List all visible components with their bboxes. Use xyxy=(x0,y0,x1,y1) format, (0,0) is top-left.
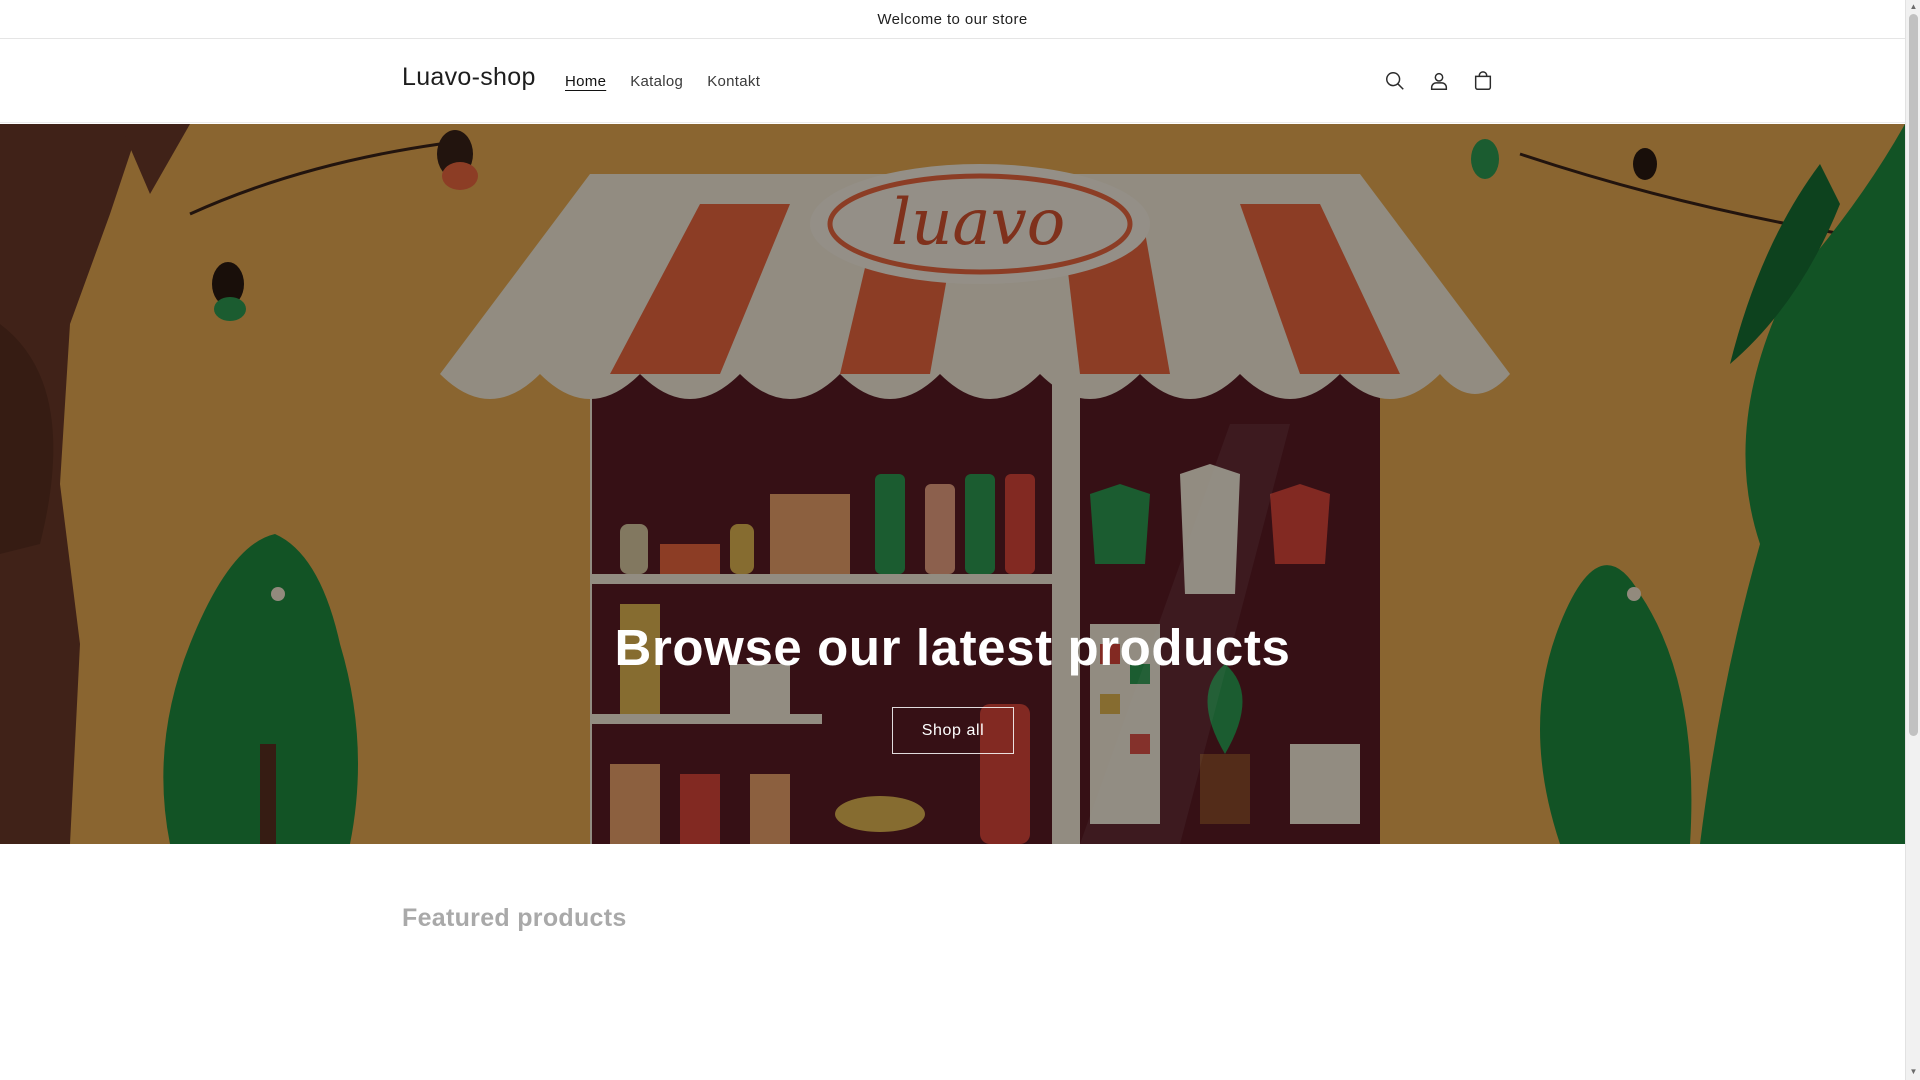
announcement-bar: Welcome to our store xyxy=(0,0,1905,39)
scroll-up-icon[interactable]: ▲ xyxy=(1909,2,1918,11)
cart-icon xyxy=(1474,71,1492,90)
nav-item-katalog[interactable]: Katalog xyxy=(618,73,695,90)
hero-banner: luavo Browse our latest products Shop al… xyxy=(0,124,1905,844)
search-button[interactable] xyxy=(1375,61,1415,101)
page: Welcome to our store Luavo-shop Home Kat… xyxy=(0,0,1905,1080)
site-header: Luavo-shop Home Katalog Kontakt xyxy=(0,39,1905,123)
account-button[interactable] xyxy=(1419,61,1459,101)
account-icon xyxy=(1430,72,1448,90)
announcement-text: Welcome to our store xyxy=(877,10,1028,28)
page-scrollbar[interactable]: ▲ ▼ xyxy=(1905,0,1920,1080)
scroll-down-icon[interactable]: ▼ xyxy=(1909,1067,1918,1076)
shop-all-button[interactable]: Shop all xyxy=(892,707,1014,754)
main-nav: Home Katalog Kontakt xyxy=(553,39,772,123)
store-logo[interactable]: Luavo-shop xyxy=(402,63,536,92)
header-icons xyxy=(1375,61,1503,101)
cart-button[interactable] xyxy=(1463,61,1503,101)
scroll-thumb[interactable] xyxy=(1909,14,1918,736)
search-icon xyxy=(1386,72,1404,90)
featured-products-title: Featured products xyxy=(402,904,627,932)
hero-title: Browse our latest products xyxy=(614,619,1291,676)
nav-item-home[interactable]: Home xyxy=(553,73,618,90)
nav-item-kontakt[interactable]: Kontakt xyxy=(695,73,772,90)
